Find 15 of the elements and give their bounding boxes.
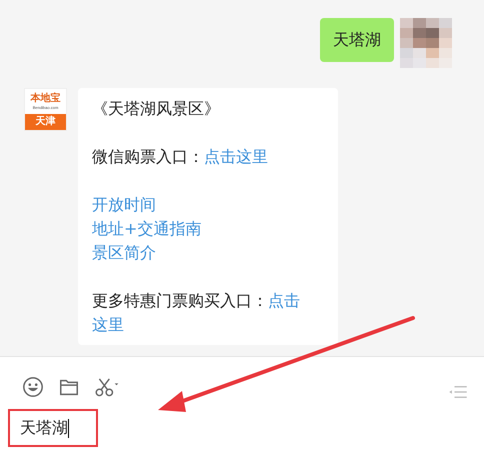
link[interactable]: 景区简介 <box>92 243 156 262</box>
link[interactable]: 这里 <box>92 315 124 334</box>
emoji-icon[interactable] <box>22 376 44 398</box>
message-bubble: 天塔湖 <box>320 18 394 62</box>
message-text: 微信购票入口：点击这里 <box>92 146 269 168</box>
link[interactable]: 点击这里 <box>204 147 268 166</box>
logo-label: 天津 <box>25 114 66 130</box>
message-text: 《天塔湖风景区》 <box>92 98 221 120</box>
message-text: 更多特惠门票购买入口：点击 <box>92 290 301 312</box>
link[interactable]: 开放时间 <box>92 195 156 214</box>
link[interactable]: 地址+交通指南 <box>92 219 202 238</box>
logo-text: 本地宝 <box>30 93 60 105</box>
scissors-icon[interactable] <box>94 376 121 398</box>
input-field[interactable]: 天塔湖 <box>10 418 69 438</box>
link[interactable]: 点击 <box>268 291 300 310</box>
